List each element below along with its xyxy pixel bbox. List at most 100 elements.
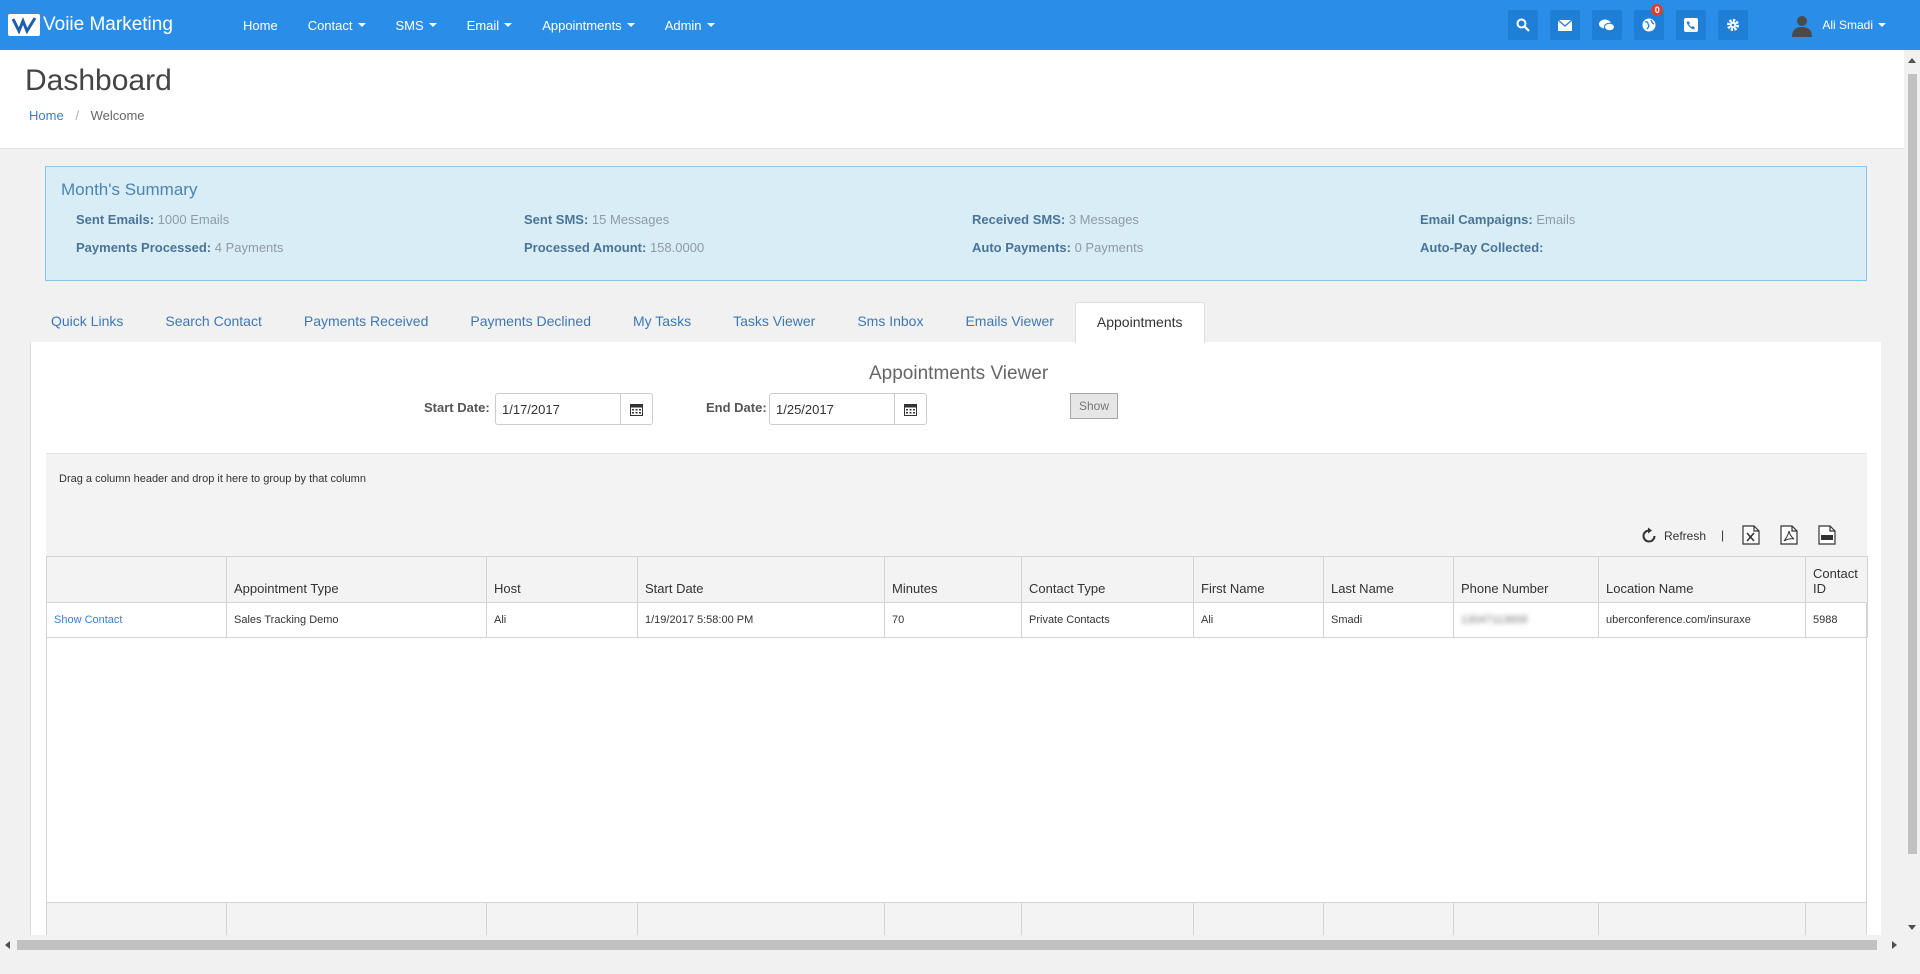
- start-date-picker: [495, 393, 653, 425]
- show-button[interactable]: Show: [1070, 393, 1118, 419]
- summary-value: 1000 Emails: [157, 212, 230, 227]
- nav-appointments-label: Appointments: [542, 17, 622, 33]
- appointment-type-cell: Sales Tracking Demo: [226, 602, 487, 638]
- appointments-viewer-title: Appointments Viewer: [869, 363, 1049, 384]
- horizontal-scrollbar[interactable]: [0, 935, 1904, 956]
- table-row[interactable]: Show Contact Sales Tracking Demo Ali 1/1…: [46, 602, 1868, 638]
- nav-home-label: Home: [243, 17, 278, 33]
- column-header-first-name[interactable]: First Name: [1193, 556, 1324, 603]
- email-button[interactable]: [1550, 10, 1581, 40]
- export-excel-button[interactable]: [1742, 525, 1762, 547]
- summary-received-sms: Received SMS: 3 Messages: [972, 212, 1139, 227]
- breadcrumb: Home / Welcome: [29, 108, 145, 123]
- column-header-location-name[interactable]: Location Name: [1598, 556, 1806, 603]
- horizontal-scroll-thumb[interactable]: [17, 940, 1877, 950]
- scroll-left-arrow-icon[interactable]: [5, 941, 10, 949]
- group-hint-text: Drag a column header and drop it here to…: [59, 473, 366, 485]
- column-header-minutes[interactable]: Minutes: [884, 556, 1022, 603]
- nav-sms[interactable]: SMS: [381, 0, 452, 50]
- window-bottom-area: [0, 956, 1920, 974]
- summary-label: Auto-Pay Collected:: [1420, 240, 1544, 255]
- end-date-label: End Date:: [706, 400, 767, 415]
- pdf-export-icon: [1780, 525, 1798, 545]
- tab-payments-declined[interactable]: Payments Declined: [449, 302, 612, 342]
- footer-divider: [226, 903, 227, 936]
- export-csv-button[interactable]: [1818, 525, 1838, 547]
- brand[interactable]: Voiie Marketing: [8, 14, 228, 36]
- start-date-input[interactable]: [496, 394, 620, 424]
- column-header-contact-type[interactable]: Contact Type: [1021, 556, 1194, 603]
- tab-emails-viewer[interactable]: Emails Viewer: [944, 302, 1074, 342]
- tab-appointments[interactable]: Appointments: [1074, 302, 1205, 343]
- column-header-appointment-type[interactable]: Appointment Type: [226, 556, 487, 603]
- column-header-host[interactable]: Host: [486, 556, 638, 603]
- summary-label: Sent SMS:: [524, 212, 589, 227]
- phone-button[interactable]: [1676, 10, 1707, 40]
- scroll-down-arrow-icon[interactable]: [1908, 925, 1916, 930]
- main-menu: Home Contact SMS Email Appointments Admi…: [228, 0, 730, 50]
- summary-sent-emails: Sent Emails: 1000 Emails: [76, 212, 229, 227]
- csv-export-icon: [1818, 525, 1836, 545]
- notification-count-badge: 0: [1651, 4, 1664, 16]
- summary-value: 3 Messages: [1068, 212, 1139, 227]
- vertical-scrollbar[interactable]: [1904, 50, 1920, 940]
- globe-icon: [1642, 18, 1656, 32]
- end-date-input[interactable]: [770, 394, 894, 424]
- caret-down-icon: [706, 23, 715, 27]
- scroll-right-arrow-icon[interactable]: [1892, 941, 1897, 949]
- summary-label: Processed Amount:: [524, 240, 647, 255]
- nav-contact[interactable]: Contact: [293, 0, 381, 50]
- start-date-label: Start Date:: [424, 400, 490, 415]
- footer-divider: [1453, 903, 1454, 936]
- phone-icon: [1684, 18, 1699, 32]
- refresh-button[interactable]: Refresh: [1640, 527, 1706, 545]
- action-cell: Show Contact: [46, 602, 227, 638]
- tab-quick-links[interactable]: Quick Links: [30, 302, 144, 342]
- top-navbar: Voiie Marketing Home Contact SMS Email A…: [0, 0, 1920, 50]
- nav-email[interactable]: Email: [452, 0, 528, 50]
- caret-down-icon: [626, 23, 635, 27]
- calendar-icon: [630, 403, 643, 416]
- tab-sms-inbox[interactable]: Sms Inbox: [836, 302, 944, 342]
- brand-logo-icon: [8, 14, 40, 36]
- grid-group-panel[interactable]: Drag a column header and drop it here to…: [46, 453, 1867, 506]
- footer-divider: [1193, 903, 1194, 936]
- nav-home[interactable]: Home: [228, 0, 293, 50]
- notifications-button[interactable]: 0: [1634, 4, 1665, 40]
- settings-button[interactable]: [1718, 10, 1749, 40]
- table-header-row: Appointment Type Host Start Date Minutes…: [46, 556, 1868, 603]
- summary-value: Emails: [1536, 212, 1576, 227]
- column-header-start-date[interactable]: Start Date: [637, 556, 885, 603]
- user-menu[interactable]: Ali Smadi: [1790, 13, 1886, 37]
- phone-number-cell: 13047113658: [1453, 602, 1599, 638]
- column-header-contact-id[interactable]: Contact ID: [1805, 556, 1868, 603]
- tab-search-contact[interactable]: Search Contact: [144, 302, 283, 342]
- start-date-calendar-button[interactable]: [620, 394, 652, 424]
- tab-my-tasks[interactable]: My Tasks: [612, 302, 712, 342]
- footer-divider: [1323, 903, 1324, 936]
- nav-admin[interactable]: Admin: [650, 0, 730, 50]
- scroll-up-arrow-icon[interactable]: [1908, 58, 1916, 63]
- search-button[interactable]: [1508, 10, 1539, 40]
- grid-footer: [46, 902, 1867, 936]
- vertical-scroll-thumb[interactable]: [1908, 74, 1917, 854]
- summary-sent-sms: Sent SMS: 15 Messages: [524, 212, 669, 227]
- footer-divider: [1598, 903, 1599, 936]
- show-contact-link[interactable]: Show Contact: [54, 614, 122, 626]
- nav-appointments[interactable]: Appointments: [527, 0, 650, 50]
- export-pdf-button[interactable]: [1780, 525, 1800, 547]
- host-cell: Ali: [486, 602, 638, 638]
- first-name-cell: Ali: [1193, 602, 1324, 638]
- chat-button[interactable]: [1592, 10, 1623, 40]
- user-name: Ali Smadi: [1822, 18, 1873, 32]
- search-icon: [1516, 18, 1531, 32]
- summary-value: 15 Messages: [591, 212, 670, 227]
- tab-tasks-viewer[interactable]: Tasks Viewer: [712, 302, 836, 342]
- column-header-last-name[interactable]: Last Name: [1323, 556, 1454, 603]
- breadcrumb-home-link[interactable]: Home: [29, 108, 64, 123]
- breadcrumb-current: Welcome: [90, 108, 145, 123]
- column-header-phone-number[interactable]: Phone Number: [1453, 556, 1599, 603]
- end-date-calendar-button[interactable]: [894, 394, 926, 424]
- tab-payments-received[interactable]: Payments Received: [283, 302, 450, 342]
- page-header: Dashboard Home / Welcome: [0, 50, 1904, 149]
